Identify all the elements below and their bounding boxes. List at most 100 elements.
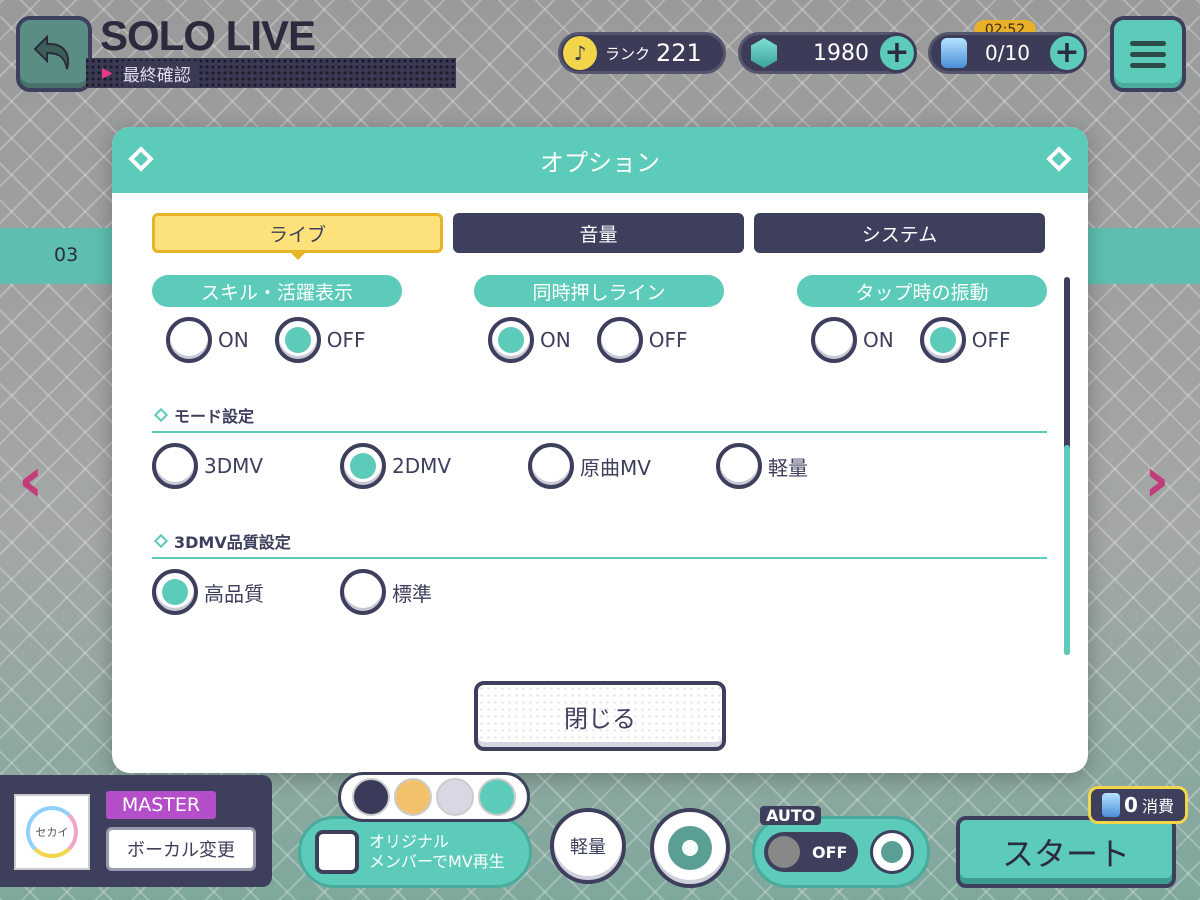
simultaneous-line-on-radio[interactable]: ON bbox=[488, 317, 571, 363]
energy-counter: 0/10 + bbox=[928, 32, 1087, 74]
live-settings-button[interactable] bbox=[650, 808, 730, 888]
back-button[interactable] bbox=[16, 16, 92, 92]
mode-2dmv-radio[interactable]: 2DMV bbox=[340, 443, 528, 489]
mv-toggle-line1: オリジナル bbox=[369, 832, 450, 851]
page-title-block: SOLO LIVE bbox=[100, 12, 316, 59]
hamburger-line bbox=[1130, 51, 1166, 57]
energy-drink-icon bbox=[941, 38, 967, 68]
cost-value: 0 bbox=[1124, 793, 1138, 817]
gem-counter: 1980 + bbox=[738, 32, 917, 74]
tab-volume[interactable]: 音量 bbox=[453, 213, 744, 253]
radio-circle bbox=[166, 317, 212, 363]
tap-vibration-on-radio[interactable]: ON bbox=[811, 317, 894, 363]
avatar bbox=[352, 778, 390, 816]
radio-label: 3DMV bbox=[204, 454, 264, 478]
play-triangle-icon: ▶ bbox=[102, 65, 113, 81]
options-content: スキル・活躍表示 ON OFF 同時押しライン ON OFF タップ時の振動 O… bbox=[152, 275, 1047, 655]
quality-options: 高品質 標準 bbox=[152, 569, 528, 615]
diamond-icon bbox=[1046, 146, 1072, 172]
radio-label: OFF bbox=[326, 328, 366, 352]
rank-label: ランク bbox=[605, 44, 651, 63]
tap-vibration-off-radio[interactable]: OFF bbox=[919, 317, 1011, 363]
skill-display-group: スキル・活躍表示 ON OFF bbox=[152, 275, 402, 363]
radio-circle bbox=[340, 569, 386, 615]
avatar bbox=[394, 778, 432, 816]
mode-options: 3DMV 2DMV 原曲MV 軽量 bbox=[152, 443, 904, 489]
jacket-logo: セカイ bbox=[26, 806, 78, 858]
radio-circle bbox=[528, 443, 574, 489]
member-avatars bbox=[338, 772, 530, 822]
radio-circle bbox=[596, 317, 643, 363]
options-scrollbar[interactable] bbox=[1064, 277, 1070, 655]
scrollbar-thumb[interactable] bbox=[1064, 445, 1070, 655]
quality-standard-radio[interactable]: 標準 bbox=[340, 569, 528, 615]
radio-label: 軽量 bbox=[768, 455, 808, 480]
mode-3dmv-radio[interactable]: 3DMV bbox=[152, 443, 340, 489]
mode-light-radio[interactable]: 軽量 bbox=[716, 443, 904, 489]
tab-live[interactable]: ライブ bbox=[152, 213, 443, 260]
song-jacket: セカイ bbox=[14, 794, 90, 870]
radio-circle-selected bbox=[274, 317, 321, 363]
modal-header: オプション bbox=[112, 127, 1088, 193]
energy-cost-badge: 0 消費 bbox=[1088, 786, 1188, 824]
gear-icon bbox=[881, 841, 903, 863]
menu-button[interactable] bbox=[1110, 16, 1186, 92]
skill-display-label: スキル・活躍表示 bbox=[152, 275, 402, 307]
add-gems-button[interactable]: + bbox=[877, 33, 917, 73]
tap-vibration-label: タップ時の振動 bbox=[797, 275, 1047, 307]
diamond-icon bbox=[128, 146, 154, 172]
rank-value: 221 bbox=[656, 39, 702, 67]
rank-display: ♪ ランク 221 bbox=[558, 32, 726, 74]
toggle-knob bbox=[768, 836, 800, 868]
music-note-icon: ♪ bbox=[563, 36, 597, 70]
next-arrow-icon[interactable]: › bbox=[1144, 449, 1184, 511]
diamond-bullet-icon bbox=[153, 533, 169, 549]
radio-label: 高品質 bbox=[204, 581, 264, 606]
radio-circle bbox=[716, 443, 762, 489]
radio-circle-selected bbox=[340, 443, 386, 489]
radio-label: 標準 bbox=[392, 581, 432, 606]
original-member-mv-toggle[interactable]: オリジナル メンバーでMV再生 bbox=[298, 816, 532, 888]
auto-state: OFF bbox=[812, 842, 848, 862]
cost-label: 消費 bbox=[1141, 797, 1174, 816]
back-arrow-icon bbox=[33, 34, 69, 70]
mode-original-mv-radio[interactable]: 原曲MV bbox=[528, 443, 716, 489]
options-modal: オプション ライブ 音量 システム スキル・活躍表示 ON OFF 同時押しライ… bbox=[112, 127, 1088, 773]
auto-toggle[interactable]: OFF bbox=[764, 832, 858, 872]
radio-label: ON bbox=[863, 328, 894, 352]
radio-label: ON bbox=[540, 328, 571, 352]
quality-section-title: 3DMV品質設定 bbox=[152, 529, 1047, 559]
mv-toggle-line2: メンバーでMV再生 bbox=[369, 852, 505, 871]
light-mode-button[interactable]: 軽量 bbox=[550, 808, 626, 884]
radio-circle-selected bbox=[152, 569, 198, 615]
page-subtitle: ▶ 最終確認 bbox=[86, 58, 456, 88]
radio-circle-selected bbox=[919, 317, 966, 363]
auto-settings-button[interactable] bbox=[870, 830, 914, 874]
vocal-change-button[interactable]: ボーカル変更 bbox=[106, 827, 256, 871]
mode-section-title: モード設定 bbox=[152, 403, 1047, 433]
mode-section-label: モード設定 bbox=[174, 407, 255, 426]
quality-section-label: 3DMV品質設定 bbox=[174, 533, 291, 552]
add-energy-button[interactable]: + bbox=[1047, 33, 1087, 73]
mv-checkbox[interactable] bbox=[315, 830, 359, 874]
page-title: SOLO LIVE bbox=[100, 12, 316, 59]
tab-system[interactable]: システム bbox=[754, 213, 1045, 253]
simultaneous-line-label: 同時押しライン bbox=[474, 275, 724, 307]
radio-circle bbox=[811, 317, 857, 363]
gear-icon bbox=[668, 826, 712, 870]
skill-display-off-radio[interactable]: OFF bbox=[274, 317, 366, 363]
quality-high-radio[interactable]: 高品質 bbox=[152, 569, 340, 615]
simultaneous-line-off-radio[interactable]: OFF bbox=[596, 317, 687, 363]
prev-arrow-icon[interactable]: ‹ bbox=[18, 449, 58, 511]
energy-value: 0/10 bbox=[985, 41, 1030, 65]
difficulty-badge: MASTER bbox=[106, 791, 216, 819]
radio-circle-selected bbox=[488, 317, 534, 363]
radio-circle bbox=[152, 443, 198, 489]
subtitle-text: 最終確認 bbox=[122, 60, 197, 86]
diamond-bullet-icon bbox=[153, 407, 169, 423]
hamburger-line bbox=[1130, 62, 1166, 68]
radio-label: OFF bbox=[971, 328, 1011, 352]
skill-display-on-radio[interactable]: ON bbox=[166, 317, 249, 363]
start-button[interactable]: スタート bbox=[956, 816, 1176, 888]
close-button[interactable]: 閉じる bbox=[474, 681, 726, 751]
